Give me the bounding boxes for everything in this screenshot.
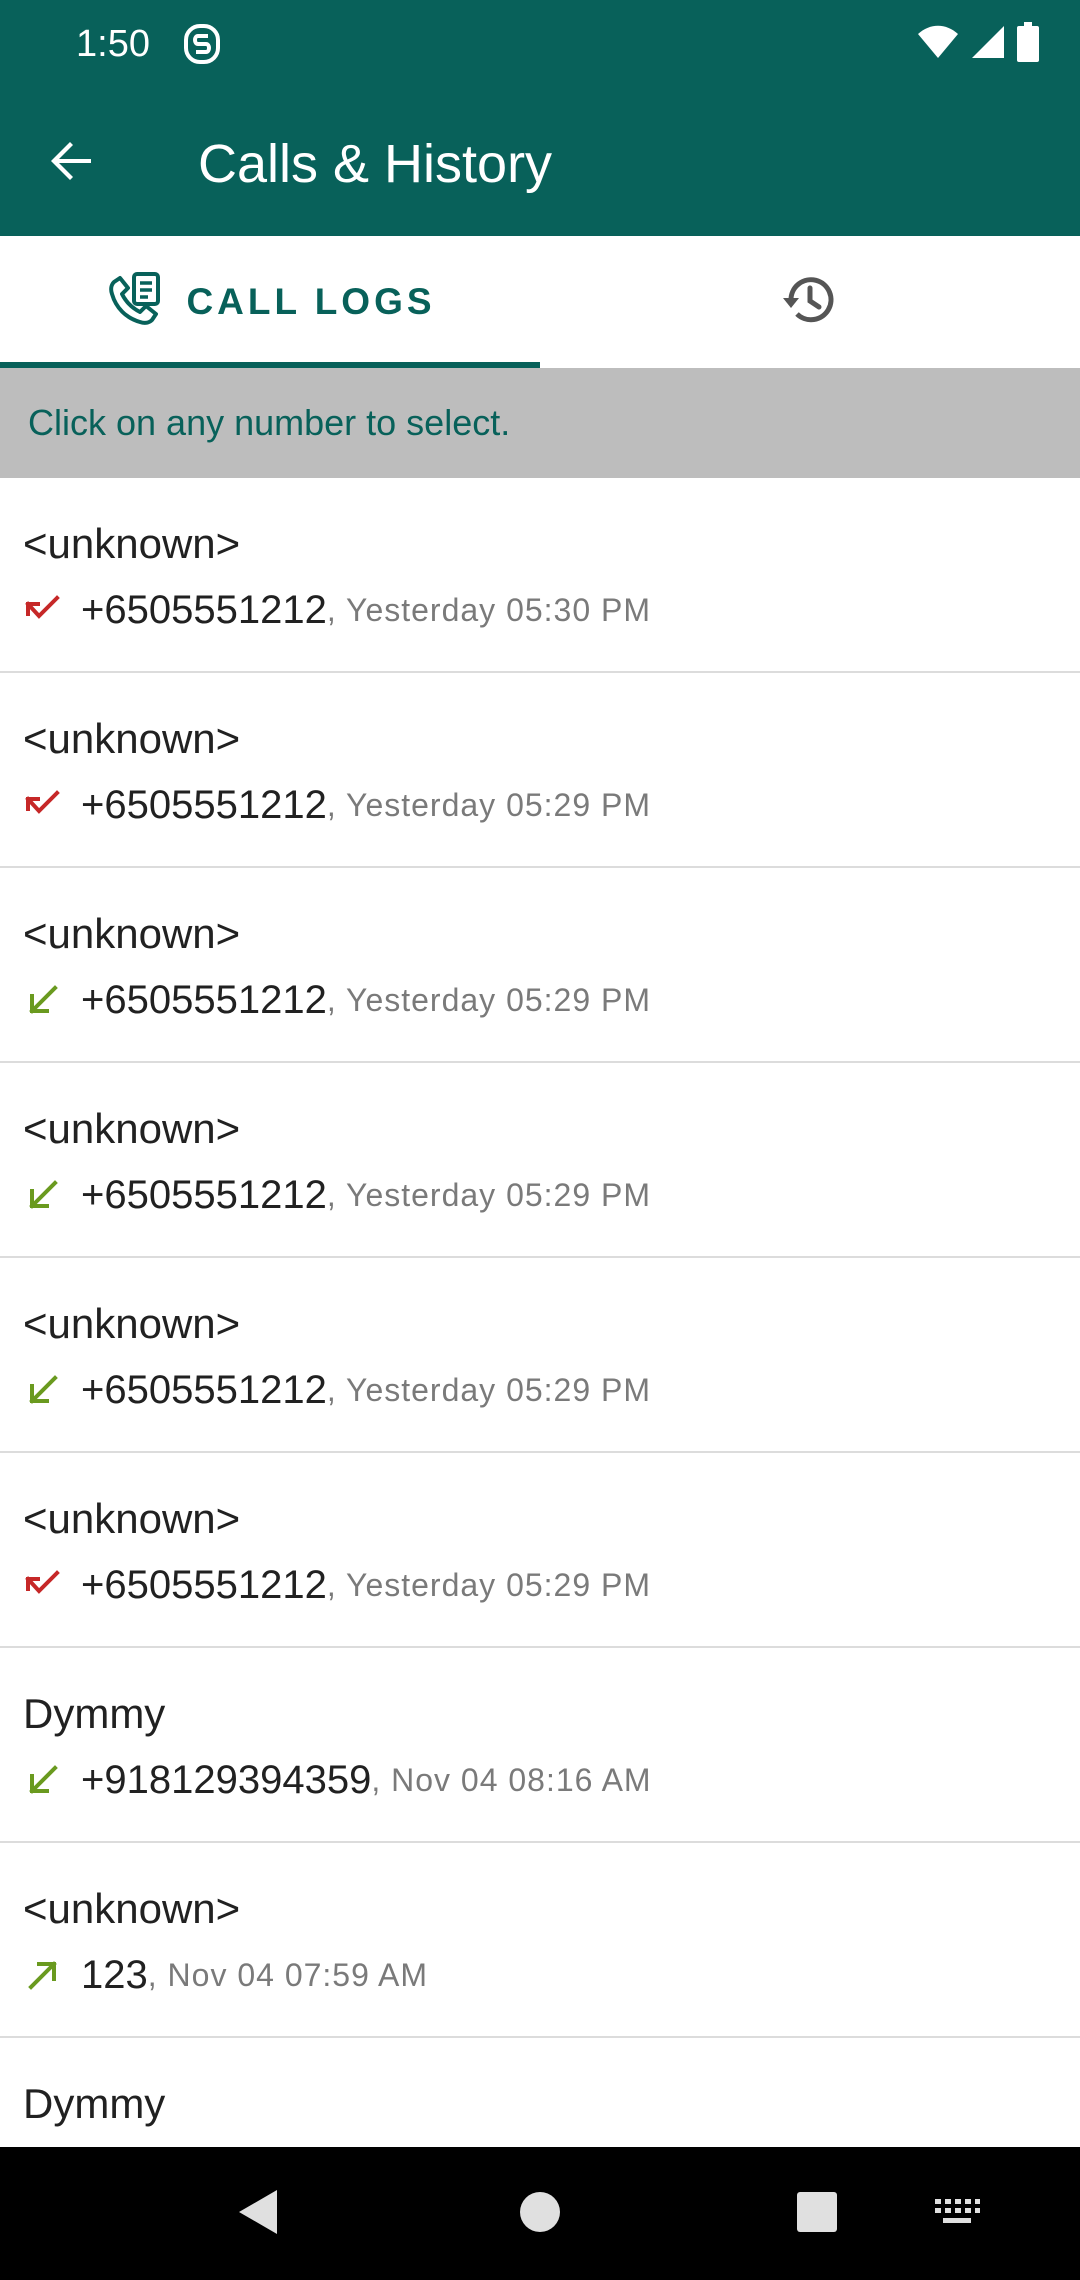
call-name: <unknown> bbox=[23, 1495, 241, 1542]
call-detail: +6505551212 , Yesterday 05:30 PM bbox=[23, 582, 651, 638]
call-log-icon bbox=[104, 270, 164, 335]
call-detail: +918129394359 , Nov 04 08:16 AM bbox=[23, 1752, 652, 1808]
call-detail: +6505551212 , Yesterday 05:29 PM bbox=[23, 777, 651, 833]
navigation-bar bbox=[0, 2147, 1080, 2280]
list-item[interactable]: <unknown> +6505551212 , Yesterday 05:29 … bbox=[0, 1258, 1080, 1453]
signal-icon bbox=[970, 24, 1006, 65]
incoming-call-icon bbox=[23, 1370, 63, 1410]
call-number: +6505551212 bbox=[81, 1562, 327, 1607]
nav-back-icon bbox=[237, 2188, 281, 2241]
call-name: <unknown> bbox=[23, 715, 241, 762]
arrow-back-icon bbox=[47, 137, 95, 190]
call-time: , Yesterday 05:29 PM bbox=[326, 1176, 652, 1213]
list-item[interactable]: Dymmy bbox=[0, 2038, 1080, 2147]
incoming-call-icon bbox=[23, 1760, 63, 1800]
call-detail: +6505551212 , Yesterday 05:29 PM bbox=[23, 1362, 651, 1418]
call-detail: +6505551212 , Yesterday 05:29 PM bbox=[23, 1557, 651, 1613]
incoming-call-icon bbox=[23, 1175, 63, 1215]
back-button[interactable] bbox=[36, 128, 106, 198]
missed-call-icon bbox=[23, 1565, 63, 1605]
call-time: , Yesterday 05:29 PM bbox=[326, 981, 652, 1018]
list-item[interactable]: <unknown> 123 , Nov 04 07:59 AM bbox=[0, 1843, 1080, 2038]
call-name: Dymmy bbox=[23, 2080, 166, 2127]
call-name: <unknown> bbox=[23, 520, 241, 567]
status-icons bbox=[916, 20, 1040, 68]
banner-text: Click on any number to select. bbox=[28, 402, 511, 443]
outgoing-call-icon bbox=[23, 1955, 63, 1995]
call-number: +6505551212 bbox=[81, 587, 327, 632]
call-number: +6505551212 bbox=[81, 1367, 327, 1412]
battery-icon bbox=[1016, 21, 1040, 67]
missed-call-icon bbox=[23, 590, 63, 630]
nav-recents-button[interactable] bbox=[784, 2181, 850, 2247]
call-detail: 123 , Nov 04 07:59 AM bbox=[23, 1947, 428, 2003]
screen: 1:50 Calls & History CALL LOGS Click on … bbox=[0, 0, 1080, 2280]
call-detail: +6505551212 , Yesterday 05:29 PM bbox=[23, 1167, 651, 1223]
history-icon bbox=[779, 269, 841, 336]
call-name: <unknown> bbox=[23, 1105, 241, 1152]
incoming-call-icon bbox=[23, 980, 63, 1020]
list-item[interactable]: <unknown> +6505551212 , Yesterday 05:29 … bbox=[0, 1453, 1080, 1648]
keyboard-button[interactable] bbox=[924, 2181, 990, 2247]
call-name: <unknown> bbox=[23, 1885, 241, 1932]
tab-call-logs[interactable]: CALL LOGS bbox=[0, 236, 540, 368]
call-name: Dymmy bbox=[23, 1690, 166, 1737]
call-number: +918129394359 bbox=[81, 1757, 372, 1802]
list-item[interactable]: <unknown> +6505551212 , Yesterday 05:29 … bbox=[0, 1063, 1080, 1258]
list-item[interactable]: <unknown> +6505551212 , Yesterday 05:29 … bbox=[0, 673, 1080, 868]
call-time: , Nov 04 08:16 AM bbox=[371, 1761, 652, 1798]
call-detail: +6505551212 , Yesterday 05:29 PM bbox=[23, 972, 651, 1028]
list-item[interactable]: <unknown> +6505551212 , Yesterday 05:29 … bbox=[0, 868, 1080, 1063]
tab-call-logs-label: CALL LOGS bbox=[186, 281, 436, 322]
page-title: Calls & History bbox=[198, 134, 553, 194]
call-time: , Yesterday 05:30 PM bbox=[326, 591, 652, 628]
missed-call-icon bbox=[23, 785, 63, 825]
tab-bar: CALL LOGS bbox=[0, 236, 1080, 368]
call-number: +6505551212 bbox=[81, 977, 327, 1022]
app-bar: Calls & History bbox=[0, 88, 1080, 236]
info-banner: Click on any number to select. bbox=[0, 368, 1080, 478]
call-list: <unknown> +6505551212 , Yesterday 05:30 … bbox=[0, 478, 1080, 2147]
list-item[interactable]: Dymmy +918129394359 , Nov 04 08:16 AM bbox=[0, 1648, 1080, 1843]
nav-recents-icon bbox=[796, 2191, 838, 2238]
nav-back-button[interactable] bbox=[226, 2181, 292, 2247]
wifi-icon bbox=[916, 24, 960, 65]
app-status-icon bbox=[182, 22, 222, 66]
nav-home-icon bbox=[518, 2190, 562, 2239]
call-time: , Nov 04 07:59 AM bbox=[147, 1956, 429, 1993]
keyboard-icon bbox=[933, 2197, 981, 2232]
status-time: 1:50 bbox=[76, 23, 150, 65]
status-bar: 1:50 bbox=[0, 0, 1080, 88]
list-item[interactable]: <unknown> +6505551212 , Yesterday 05:30 … bbox=[0, 478, 1080, 673]
call-number: 123 bbox=[81, 1952, 148, 1997]
call-time: , Yesterday 05:29 PM bbox=[326, 786, 652, 823]
nav-home-button[interactable] bbox=[507, 2181, 573, 2247]
call-number: +6505551212 bbox=[81, 1172, 327, 1217]
call-name: <unknown> bbox=[23, 1300, 241, 1347]
tab-history[interactable] bbox=[540, 236, 1080, 368]
call-number: +6505551212 bbox=[81, 782, 327, 827]
call-time: , Yesterday 05:29 PM bbox=[326, 1371, 652, 1408]
call-name: <unknown> bbox=[23, 910, 241, 957]
call-time: , Yesterday 05:29 PM bbox=[326, 1566, 652, 1603]
